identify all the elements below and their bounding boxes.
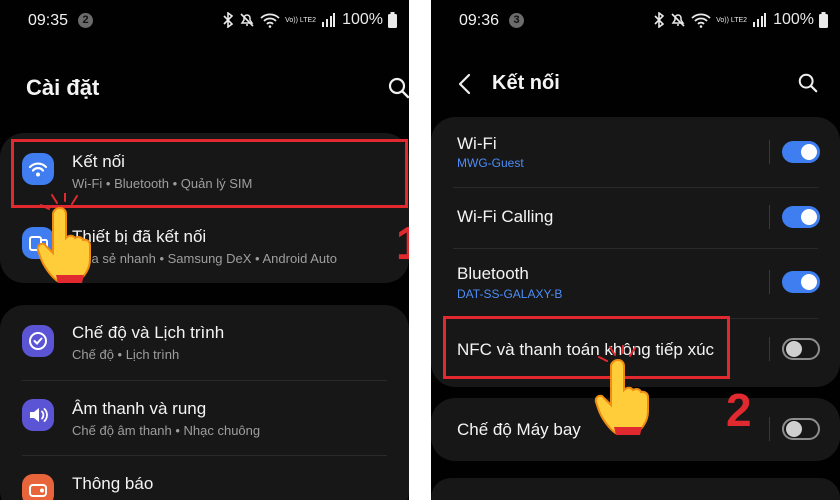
settings-item-sound[interactable]: Âm thanh và rung Chế độ âm thanh • Nhạc … xyxy=(0,381,409,455)
status-icons: Vo)) LTE2 100% xyxy=(222,11,397,29)
settings-card-general: Chế độ và Lịch trình Chế độ • Lịch trình… xyxy=(0,305,409,500)
vertical-separator xyxy=(769,337,770,361)
page-title: Kết nối xyxy=(492,72,560,94)
vertical-separator xyxy=(769,417,770,441)
settings-item-notifications[interactable]: Thông báo xyxy=(0,456,409,500)
setting-row-title: Bluetooth xyxy=(457,264,529,283)
battery-icon xyxy=(388,12,397,28)
modes-icon xyxy=(22,325,54,357)
search-icon[interactable] xyxy=(797,72,819,94)
pointing-hand-icon xyxy=(36,193,91,283)
nfc-toggle[interactable] xyxy=(782,338,820,360)
settings-item-modes[interactable]: Chế độ và Lịch trình Chế độ • Lịch trình xyxy=(0,305,409,380)
page-title: Cài đặt xyxy=(26,75,100,100)
vertical-separator xyxy=(769,205,770,229)
volte-label: Vo)) LTE2 xyxy=(716,16,748,24)
status-time: 09:36 xyxy=(459,12,500,29)
setting-row-wifi-calling[interactable]: Wi-Fi Calling xyxy=(431,188,840,248)
settings-item-title: Chế độ và Lịch trình xyxy=(72,323,225,342)
bluetooth-toggle[interactable] xyxy=(782,271,820,293)
setting-row-subtitle: MWG-Guest xyxy=(457,156,524,170)
signal-icon xyxy=(753,13,767,27)
toggle-knob xyxy=(801,274,817,290)
setting-row-title: Chế độ Máy bay xyxy=(457,420,581,439)
setting-row-wifi[interactable]: Wi-Fi MWG-Guest xyxy=(431,117,840,187)
next-card xyxy=(431,478,840,500)
settings-item-title: Thông báo xyxy=(72,474,154,493)
wifi-status-icon xyxy=(691,13,711,28)
status-icons: Vo)) LTE2 100% xyxy=(653,11,828,29)
notification-icon xyxy=(22,474,54,500)
highlight-box xyxy=(443,316,730,379)
step-number: 2 xyxy=(726,384,752,436)
setting-row-bluetooth[interactable]: Bluetooth DAT-SS-GALAXY-B xyxy=(431,249,840,318)
settings-item-subtitle: Chế độ • Lịch trình xyxy=(72,347,180,362)
mute-icon xyxy=(240,13,254,27)
settings-item-subtitle: Chia sẻ nhanh • Samsung DeX • Android Au… xyxy=(72,251,337,266)
status-bar: 09:36 3 Vo)) LTE2 100% xyxy=(431,10,840,32)
toggle-knob xyxy=(786,421,802,437)
mute-icon xyxy=(671,13,685,27)
bluetooth-icon xyxy=(654,12,665,28)
sound-icon xyxy=(22,399,54,431)
battery-icon xyxy=(819,12,828,28)
toggle-knob xyxy=(801,144,817,160)
vertical-separator xyxy=(769,270,770,294)
status-bar: 09:35 2 Vo)) LTE2 100% xyxy=(0,10,409,32)
notification-count-badge: 3 xyxy=(509,13,524,28)
volte-label: Vo)) LTE2 xyxy=(285,16,317,24)
settings-screen: 09:35 2 Vo)) LTE2 100% Cài đặt Kết nối W… xyxy=(0,0,409,500)
battery-percent: 100% xyxy=(342,11,383,28)
battery-percent: 100% xyxy=(773,11,814,28)
settings-item-subtitle: Chế độ âm thanh • Nhạc chuông xyxy=(72,423,261,438)
settings-item-title: Âm thanh và rung xyxy=(72,399,207,418)
wifi-toggle[interactable] xyxy=(782,141,820,163)
signal-icon xyxy=(322,13,336,27)
back-icon[interactable] xyxy=(455,72,475,96)
toggle-knob xyxy=(801,209,817,225)
setting-row-title: Wi-Fi xyxy=(457,134,497,153)
connections-screen: 09:36 3 Vo)) LTE2 100% Kết nối Wi-Fi MWG… xyxy=(431,0,840,500)
wifi-calling-toggle[interactable] xyxy=(782,206,820,228)
search-icon[interactable] xyxy=(387,76,409,100)
step-number: 1 xyxy=(396,217,409,269)
vertical-separator xyxy=(769,140,770,164)
airplane-mode-toggle[interactable] xyxy=(782,418,820,440)
status-time: 09:35 xyxy=(28,12,69,29)
pointing-hand-icon xyxy=(594,345,649,435)
wifi-status-icon xyxy=(260,13,280,28)
setting-row-title: Wi-Fi Calling xyxy=(457,207,554,226)
notification-count-badge: 2 xyxy=(78,13,93,28)
toggle-knob xyxy=(786,341,802,357)
setting-row-subtitle: DAT-SS-GALAXY-B xyxy=(457,287,563,301)
bluetooth-icon xyxy=(223,12,234,28)
